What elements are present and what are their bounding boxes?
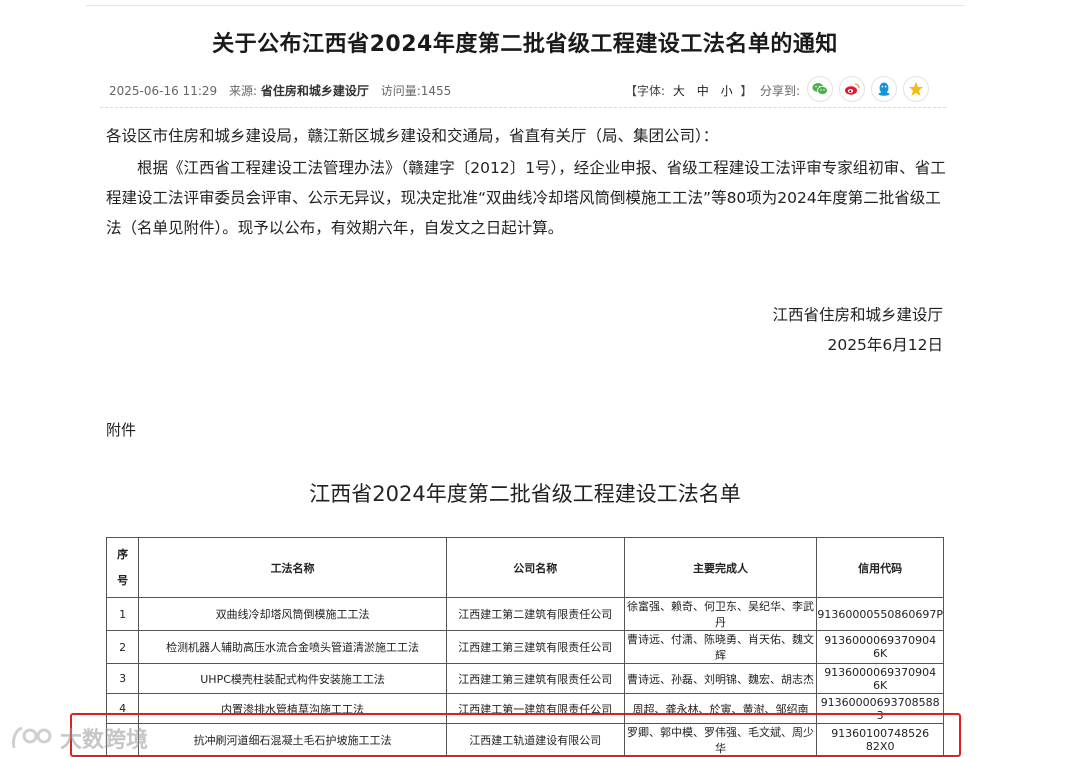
cell-seq: 3 [105,663,140,694]
table-row: 3 UHPC模壳柱装配式构件安装施工工法 江西建工第三建筑有限责任公司 曹诗远、… [105,663,944,694]
header-people: 主要完成人 [623,537,818,598]
cell-name: UHPC模壳柱装配式构件安装施工工法 [138,663,447,694]
cell-seq [105,723,140,757]
font-size-large[interactable]: 大 [673,84,685,98]
table-row: 1 双曲线冷却塔风筒倒模施工工法 江西建工第二建筑有限责任公司 徐富强、赖奇、何… [105,597,944,631]
top-border [86,0,964,6]
cell-credit: 9136000069370904​6K [816,630,944,664]
cell-name: 检测机器人辅助高压水流合金喷头管道清淤施工工法 [138,630,447,664]
addressee-paragraph: 各设区市住房和城乡建设局，赣江新区城乡建设和交通局，省直有关厅（局、集团公司）： [106,127,719,145]
header-name: 工法名称 [138,537,447,598]
cell-people: 曹诗远、孙磊、刘明锦、魏宏、胡志杰 [623,663,818,694]
source-value: 省住房和城乡建设厅 [260,84,369,98]
article-meta-bar: 2025-06-16 11:29 来源: 省住房和城乡建设厅 访问量:1455 … [100,72,946,108]
font-size-medium[interactable]: 中 [697,84,709,98]
attachment-label: 附件 [106,421,137,439]
wechat-icon[interactable] [807,76,833,102]
cell-seq: 2 [105,630,140,664]
qq-icon[interactable] [871,76,897,102]
cell-company: 江西建工第三建筑有限责任公司 [445,663,625,694]
font-size-label: 【字体: [625,84,666,98]
cell-company: 江西建工轨道建设有限公司 [445,723,625,757]
signature-date: 2025年6月12日 [827,336,943,354]
share-icons [807,76,929,102]
views-label: 访问量: [380,84,421,98]
cell-name: 抗冲刷河道细石混凝土毛石护坡施工工法 [138,723,447,757]
header-company: 公司名称 [445,537,625,598]
table-row: 2 检测机器人辅助高压水流合金喷头管道清淤施工工法 江西建工第三建筑有限责任公司… [105,630,944,664]
publish-date: 2025-06-16 11:29 [109,84,218,98]
cell-people: 周超、龚永林、於寅、黄澍、邹绍南 [623,693,818,724]
page: 关于公布江西省2024年度第二批省级工程建设工法名单的通知 2025-06-16… [0,0,1080,757]
table-row: 4 内置渗排水管植草沟施工工法 江西建工第一建筑有限责任公司 周超、龚永林、於寅… [105,693,944,724]
table-row-highlighted: 抗冲刷河道细石混凝土毛石护坡施工工法 江西建工轨道建设有限公司 罗卿、郭中模、罗… [105,723,944,757]
cell-people: 徐富强、赖奇、何卫东、吴纪华、李武丹 [623,597,818,631]
list-title: 江西省2024年度第二批省级工程建设工法名单 [309,482,741,506]
cell-name: 内置渗排水管植草沟施工工法 [138,693,447,724]
table-header-row: 序号 工法名称 公司名称 主要完成人 信用代码 [105,537,944,598]
cell-credit: 91360100748526​82X0 [816,723,944,757]
font-size-small[interactable]: 小 [721,84,733,98]
article-title: 关于公布江西省2024年度第二批省级工程建设工法名单的通知 [212,32,838,57]
watermark-logo-icon [12,726,52,749]
cell-name: 双曲线冷却塔风筒倒模施工工法 [138,597,447,631]
weibo-icon[interactable] [839,76,865,102]
header-credit: 信用代码 [816,537,944,598]
cell-company: 江西建工第二建筑有限责任公司 [445,597,625,631]
qzone-icon[interactable] [903,76,929,102]
header-seq: 序号 [105,537,140,598]
share-label: 分享到: [760,84,801,98]
signature-block: 江西省住房和城乡建设厅 2025年6月12日 [772,300,943,360]
cell-people: 曹诗远、付潇、陈晓勇、肖天佑、魏文辉 [623,630,818,664]
body-paragraph: 根据《江西省工程建设工法管理办法》（赣建字〔2012〕1号），经企业申报、省级工… [106,159,946,237]
method-list-table: 序号 工法名称 公司名称 主要完成人 信用代码 1 双曲线冷却塔风筒倒模施工工法… [105,537,944,757]
cell-people: 罗卿、郭中模、罗伟强、毛文斌、周少华 [623,723,818,757]
signature-org: 江西省住房和城乡建设厅 [772,306,943,324]
article-meta: 2025-06-16 11:29 来源: 省住房和城乡建设厅 访问量:1455 [109,82,451,99]
font-size-control: 【字体: 大 中 小 】 [625,82,752,99]
cell-seq: 4 [105,693,140,724]
cell-credit: 91360000693708588​3 [816,693,944,724]
cell-seq: 1 [105,597,140,631]
source-label: 来源: [228,84,258,98]
font-size-label-close: 】 [740,84,753,98]
cell-company: 江西建工第三建筑有限责任公司 [445,630,625,664]
views-value: 1455 [420,84,452,98]
cell-credit: 9136000069370904​6K [816,663,944,694]
cell-credit: 91360000550860697P [816,597,944,631]
cell-company: 江西建工第一建筑有限责任公司 [445,693,625,724]
